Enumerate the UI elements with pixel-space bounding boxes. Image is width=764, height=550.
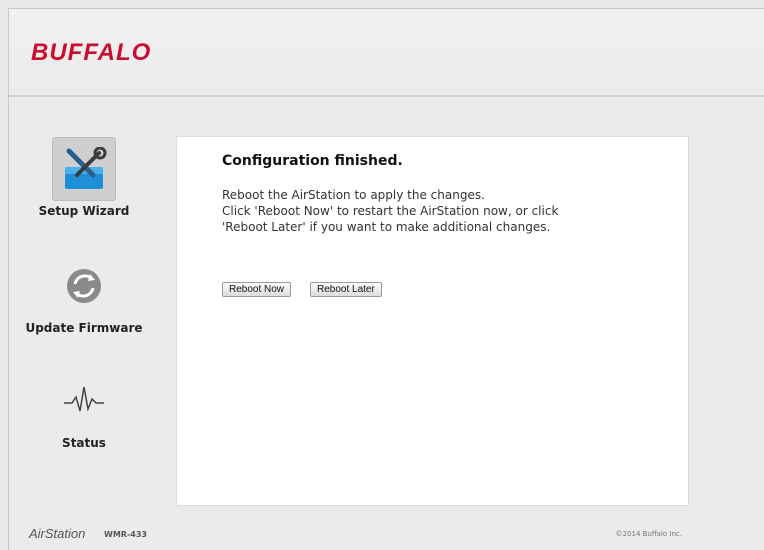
- content-panel: Configuration finished. Reboot the AirSt…: [176, 136, 689, 506]
- sidebar-item-label: Update Firmware: [25, 321, 143, 335]
- page-title: Configuration finished.: [222, 153, 403, 169]
- pulse-icon: [52, 369, 116, 433]
- header: BUFFALO: [9, 9, 764, 97]
- sidebar-item-setup-wizard[interactable]: Setup Wizard: [9, 137, 159, 218]
- message-line: 'Reboot Later' if you want to make addit…: [222, 220, 551, 234]
- message-line: Click 'Reboot Now' to restart the AirSta…: [222, 204, 559, 218]
- message-line: Reboot the AirStation to apply the chang…: [222, 188, 485, 202]
- sidebar-item-update-firmware[interactable]: Update Firmware: [9, 254, 159, 335]
- message: Reboot the AirStation to apply the chang…: [222, 187, 558, 235]
- sidebar-item-label: Status: [62, 436, 106, 450]
- buffalo-logo: BUFFALO: [31, 39, 152, 66]
- reboot-now-button[interactable]: Reboot Now: [222, 282, 292, 297]
- sidebar-item-status[interactable]: Status: [9, 369, 159, 450]
- refresh-icon: [52, 254, 116, 318]
- model-name: WMR-433: [104, 530, 147, 539]
- toolbox-icon: [52, 137, 116, 201]
- reboot-later-button[interactable]: Reboot Later: [310, 282, 382, 297]
- app-frame: BUFFALO Setup Wizard Update Firmware Sta…: [8, 8, 764, 550]
- sidebar-item-label: Setup Wizard: [38, 204, 130, 218]
- copyright: ©2014 Buffalo Inc.: [615, 530, 682, 538]
- airstation-logo: AirStation: [29, 526, 86, 541]
